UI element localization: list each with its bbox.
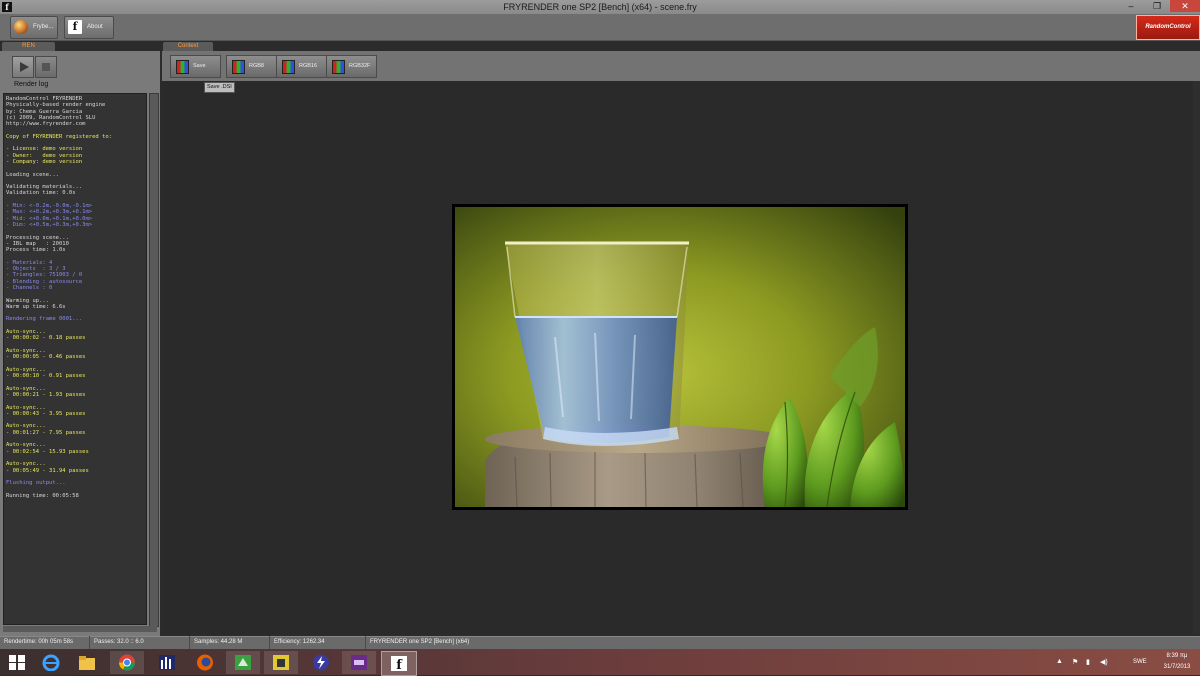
taskbar-chrome[interactable] [110,651,144,674]
app-purple-icon [351,655,367,670]
app-icon[interactable]: f [2,2,12,12]
about-button[interactable]: f About [64,16,114,39]
taskbar-explorer[interactable] [70,651,104,674]
taskbar-app-green[interactable] [226,651,260,674]
main-toolbar [0,14,1200,41]
app-lightning-icon [313,654,329,671]
minimize-button[interactable]: – [1118,0,1144,12]
save-tooltip: Save .DSI [204,82,235,93]
file-explorer-icon [79,656,95,670]
taskbar-app-cup[interactable] [264,651,298,674]
taskbar-app-bars[interactable] [150,651,184,674]
rgb32f-button-label: RGB32F [349,63,371,69]
rgb-swatch-icon [282,60,295,74]
taskbar-app-lightning[interactable] [304,651,338,674]
status-rendertime: Rendertime: 00h 05m 58s [0,636,90,649]
rendered-image [455,207,905,507]
frybe-button[interactable]: Frybe... [10,16,58,39]
rgb32f-button[interactable]: RGB32F [326,55,377,78]
status-efficiency: Efficiency: 1262.34 [270,636,366,649]
render-log-hscrollbar[interactable] [3,626,157,632]
clock-date[interactable]: 31/7/2013 [1159,664,1195,670]
tray-overflow-icon[interactable]: ▲ [1056,658,1063,665]
clock-time[interactable]: 8:39 πμ [1161,653,1193,659]
status-samples: Samples: 44.28 M [190,636,270,649]
fryrender-icon: f [391,656,407,672]
rgb8-button-label: RGB8 [249,63,264,69]
status-passes: Passes: 32.0 :: 6.0 [90,636,190,649]
render-log: RandomControl FRYRENDER Physically-based … [3,93,147,625]
stop-button[interactable] [35,56,57,78]
frybe-button-label: Frybe... [33,24,54,30]
app-green-icon [235,655,251,670]
action-center-icon[interactable]: ⚑ [1072,658,1078,666]
language-indicator[interactable]: SWE [1133,659,1147,665]
rgb16-button[interactable]: RGB16 [276,55,327,78]
randomcontrol-logo: RandomControl [1136,15,1200,40]
viewport-scrollbar[interactable] [1193,81,1200,634]
save-button[interactable]: Save [170,55,221,78]
tab-ren[interactable]: REN [2,42,55,51]
rgb-swatch-icon [176,60,189,74]
start-button[interactable] [0,651,34,674]
frybe-icon [14,20,28,34]
app-cup-icon [273,655,289,670]
maximize-button[interactable]: ❐ [1144,0,1170,12]
about-button-label: About [87,24,103,30]
play-button[interactable] [12,56,34,78]
save-button-label: Save [193,63,206,69]
fryrender-logo-icon: f [68,20,82,34]
rgb-swatch-icon [332,60,345,74]
render-log-label: Render log [14,81,49,88]
app-bars-icon [159,655,175,670]
rgb16-button-label: RGB16 [299,63,318,69]
volume-icon[interactable]: ◀) [1100,658,1108,666]
log-line: Running time: 00:05:58 [6,492,79,499]
internet-explorer-icon [42,654,60,671]
taskbar-ie[interactable] [34,651,68,674]
taskbar-fryrender[interactable]: f [381,651,417,676]
rgb8-button[interactable]: RGB8 [226,55,277,78]
rgb-swatch-icon [232,60,245,74]
taskbar-app-purple[interactable] [342,651,376,674]
render-log-scrollbar[interactable] [149,93,159,627]
taskbar-firefox[interactable] [188,651,222,674]
chrome-icon [119,654,135,671]
windows-start-icon [9,655,25,670]
network-icon[interactable]: ▮ [1086,658,1090,666]
status-version: FRYRENDER one SP2 [Bench] (x64) [370,639,470,645]
close-button[interactable]: ✕ [1170,0,1200,12]
tab-context[interactable]: Context [163,42,213,51]
window-title: FRYRENDER one SP2 [Bench] (x64) - scene.… [503,2,697,12]
glass-render-picture [455,207,905,507]
firefox-icon [197,654,213,671]
